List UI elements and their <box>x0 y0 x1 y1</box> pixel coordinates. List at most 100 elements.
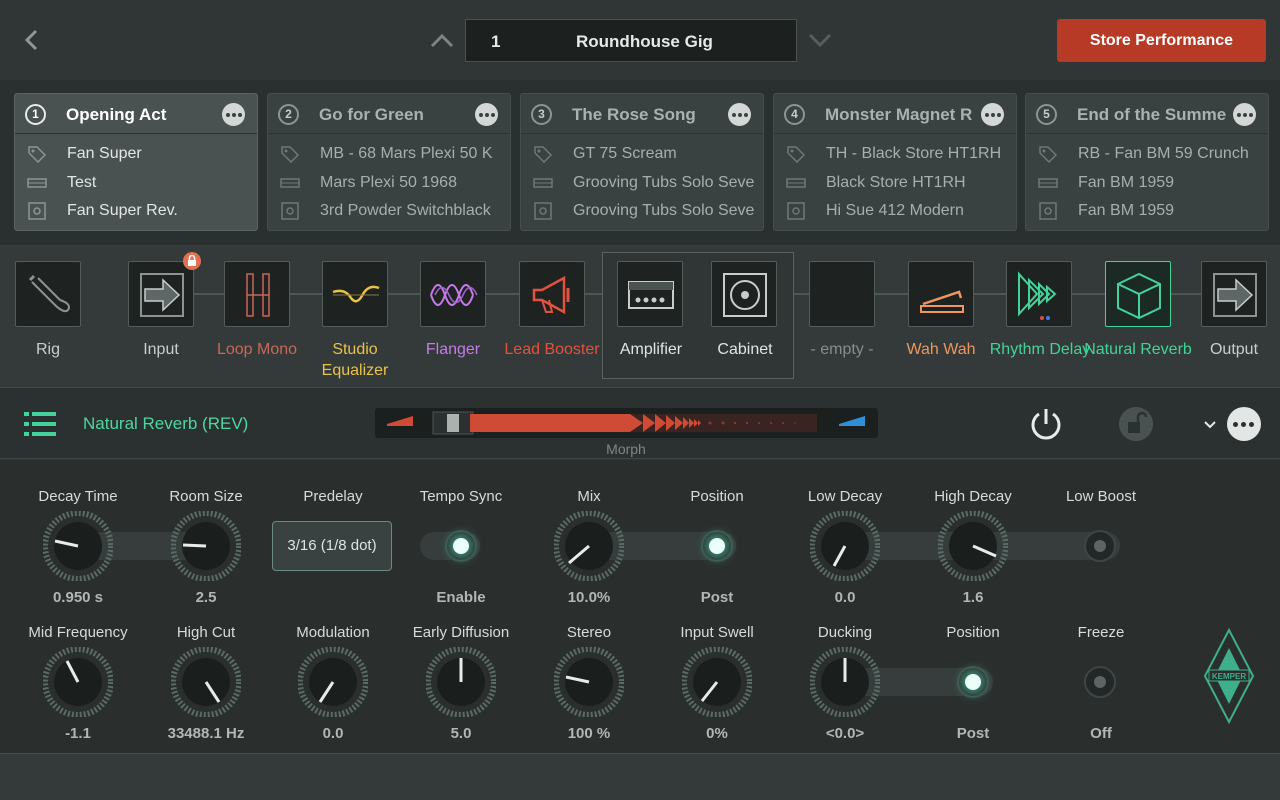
high-decay-knob[interactable] <box>938 511 1008 581</box>
freeze-toggle[interactable] <box>1084 666 1116 698</box>
slot-title: The Rose Song <box>572 105 696 124</box>
previous-performance-chevron-icon[interactable] <box>427 26 457 54</box>
ducking-value: <0.0> <box>825 725 865 742</box>
tag-icon <box>534 146 553 163</box>
input-swell-label: Input Swell <box>680 624 754 641</box>
low-decay-knob[interactable] <box>810 511 880 581</box>
tag-icon <box>1039 146 1058 163</box>
input-swell-knob[interactable] <box>682 647 752 717</box>
equalizer-curve-icon <box>332 285 380 303</box>
room-size-value: 2.5 <box>195 589 217 606</box>
cabinet-icon <box>534 202 552 220</box>
unlock-icon[interactable] <box>1118 406 1154 442</box>
lead-booster-block[interactable] <box>519 261 585 327</box>
slot-number: 5 <box>1036 104 1057 125</box>
more-options-icon[interactable] <box>222 103 245 126</box>
wah-wah-label: Wah Wah <box>906 341 976 358</box>
slot-amp-name: Mars Plexi 50 1968 <box>320 174 457 191</box>
footer-bar <box>0 753 1280 800</box>
slot-rig-name: RB - Fan BM 59 Crunch <box>1078 145 1249 162</box>
studio-equalizer-label: Studio Equalizer <box>321 341 389 379</box>
position-toggle[interactable] <box>701 530 733 562</box>
room-size-knob[interactable] <box>171 511 241 581</box>
slot-amp-name: Grooving Tubs Solo Seve <box>573 174 755 191</box>
cabinet-icon <box>28 202 46 220</box>
rig-block[interactable] <box>15 261 81 327</box>
tag-icon <box>787 146 806 163</box>
early-diffusion-label: Early Diffusion <box>412 624 510 641</box>
position-2-value: Post <box>956 725 990 742</box>
module-title: Natural Reverb (REV) <box>83 414 249 433</box>
position-2-toggle[interactable] <box>957 666 989 698</box>
slot-3[interactable]: 3 The Rose Song GT 75 Scream Grooving Tu… <box>520 93 764 231</box>
next-performance-chevron-icon[interactable] <box>805 26 835 54</box>
flanger-block[interactable] <box>420 261 486 327</box>
input-swell-value: 0% <box>706 725 728 742</box>
slot-2[interactable]: 2 Go for Green MB - 68 Mars Plexi 50 K M… <box>267 93 511 231</box>
more-options-icon[interactable] <box>1233 103 1256 126</box>
more-options-icon[interactable] <box>981 103 1004 126</box>
flanger-label: Flanger <box>425 341 481 358</box>
chevron-down-icon[interactable] <box>1202 414 1218 434</box>
more-options-icon[interactable] <box>728 103 751 126</box>
output-label: Output <box>1209 341 1259 358</box>
power-icon[interactable] <box>1028 406 1064 442</box>
delay-echo-icon <box>1018 271 1057 320</box>
natural-reverb-block[interactable] <box>1105 261 1171 327</box>
mix-knob[interactable] <box>554 511 624 581</box>
wah-wah-block[interactable] <box>908 261 974 327</box>
freeze-value: Off <box>1090 725 1112 742</box>
stereo-value: 100 % <box>567 725 611 742</box>
room-size-label: Room Size <box>169 488 243 505</box>
early-diffusion-knob[interactable] <box>426 647 496 717</box>
rhythm-delay-label: Rhythm Delay <box>989 341 1091 358</box>
performance-slots: 1 Opening Act Fan Super Test Fan Super R… <box>0 80 1280 245</box>
input-arrow-icon <box>140 273 184 317</box>
modulation-knob[interactable] <box>298 647 368 717</box>
slot-header: 4 Monster Magnet R <box>774 94 1016 134</box>
module-more-options-icon[interactable] <box>1227 407 1261 441</box>
empty-block[interactable] <box>809 261 875 327</box>
low-decay-value: 0.0 <box>834 589 856 606</box>
modulation-value: 0.0 <box>322 725 344 742</box>
cabinet-icon <box>1039 202 1057 220</box>
performance-selector[interactable]: 1 Roundhouse Gig <box>465 19 797 62</box>
back-chevron-icon[interactable] <box>18 26 46 54</box>
input-label: Input <box>143 341 179 358</box>
slot-1[interactable]: 1 Opening Act Fan Super Test Fan Super R… <box>14 93 258 231</box>
rhythm-delay-block[interactable] <box>1006 261 1072 327</box>
input-block[interactable] <box>128 261 194 327</box>
stereo-knob[interactable] <box>554 647 624 717</box>
studio-equalizer-block[interactable] <box>322 261 388 327</box>
amplifier-block[interactable] <box>617 261 683 327</box>
predelay-selector[interactable]: 3/16 (1/8 dot) <box>272 521 392 571</box>
freeze-label: Freeze <box>1077 624 1125 641</box>
decay-time-knob[interactable] <box>43 511 113 581</box>
morph-slider[interactable] <box>375 408 878 438</box>
modulation-label: Modulation <box>296 624 370 641</box>
slot-header: 1 Opening Act <box>15 94 257 134</box>
cabinet-block[interactable] <box>711 261 777 327</box>
slot-rig-row: RB - Fan BM 59 Crunch <box>1026 141 1268 167</box>
slot-rig-name: TH - Black Store HT1RH <box>826 145 1002 162</box>
output-block[interactable] <box>1201 261 1267 327</box>
slot-amp-row: Grooving Tubs Solo Seve <box>521 170 763 196</box>
loop-mono-block[interactable] <box>224 261 290 327</box>
slot-rig-name: Fan Super <box>67 145 142 162</box>
list-menu-icon[interactable] <box>24 410 56 438</box>
high-cut-knob[interactable] <box>171 647 241 717</box>
tempo-sync-toggle[interactable] <box>445 530 477 562</box>
slot-header: 2 Go for Green <box>268 94 510 134</box>
tag-icon <box>28 146 47 163</box>
low-boost-toggle[interactable] <box>1084 530 1116 562</box>
ducking-knob[interactable] <box>810 647 880 717</box>
slot-4[interactable]: 4 Monster Magnet R TH - Black Store HT1R… <box>773 93 1017 231</box>
slot-amp-row: Black Store HT1RH <box>774 170 1016 196</box>
store-performance-button[interactable]: Store Performance <box>1057 19 1266 62</box>
mid-frequency-knob[interactable] <box>43 647 113 717</box>
position-label: Position <box>690 488 744 505</box>
signal-chain: Rig Input Loop Mono Studio Equalizer Fla… <box>0 245 1280 387</box>
slot-5[interactable]: 5 End of the Summe RB - Fan BM 59 Crunch… <box>1025 93 1269 231</box>
top-bar: 1 Roundhouse Gig Store Performance <box>0 0 1280 80</box>
more-options-icon[interactable] <box>475 103 498 126</box>
